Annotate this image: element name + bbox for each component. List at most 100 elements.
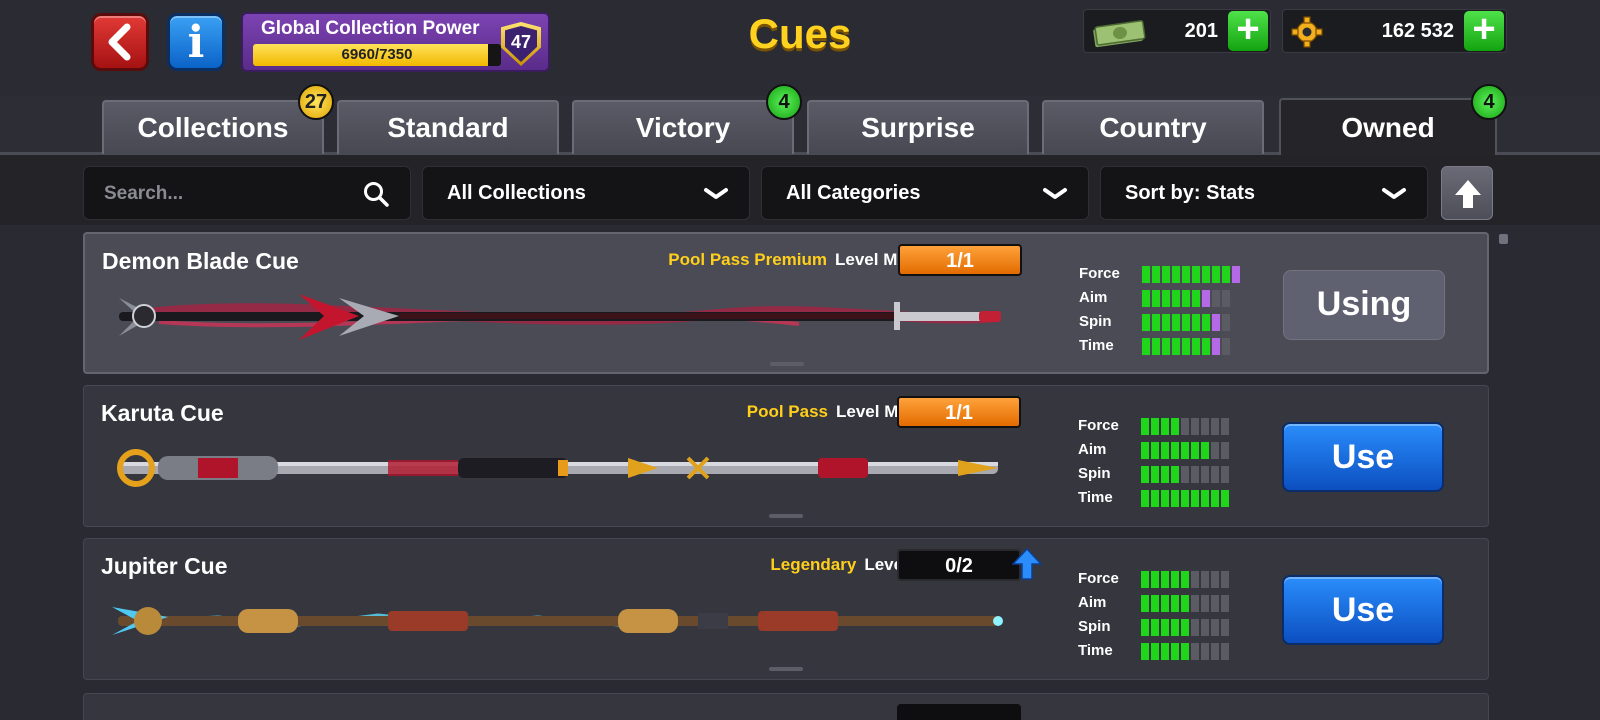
tab-country[interactable]: Country <box>1042 100 1264 154</box>
cue-level-progress: 1/1 <box>897 396 1021 428</box>
stat-segment <box>1192 290 1200 307</box>
stat-segment <box>1172 290 1180 307</box>
cash-amount: 201 <box>1184 20 1218 42</box>
use-button[interactable]: Use <box>1282 575 1444 645</box>
stat-segment <box>1152 290 1160 307</box>
stat-segment <box>1181 643 1189 660</box>
stat-segment <box>1192 266 1200 283</box>
stat-segment <box>1162 290 1170 307</box>
stat-segment <box>1211 571 1219 588</box>
tab-surprise[interactable]: Surprise <box>807 100 1029 154</box>
stat-segment <box>1171 490 1179 507</box>
sort-value: Sort by: Stats <box>1125 182 1256 204</box>
stat-segment <box>1151 619 1159 636</box>
stat-segment <box>1201 643 1209 660</box>
cash-icon <box>1093 20 1146 48</box>
stat-segment <box>1161 571 1169 588</box>
stat-segment <box>1222 338 1230 355</box>
collection-power-progress-text: 6960/7350 <box>341 46 413 63</box>
spin-stat-bar <box>1141 619 1229 636</box>
stat-label-time: Time <box>1078 642 1113 659</box>
search-input[interactable] <box>104 179 354 209</box>
stat-segment <box>1162 266 1170 283</box>
back-button[interactable] <box>91 13 149 71</box>
aim-stat-bar <box>1142 290 1230 307</box>
stat-segment <box>1141 643 1149 660</box>
using-button[interactable]: Using <box>1283 270 1445 340</box>
time-stat-bar <box>1141 490 1229 507</box>
card-grip-handle <box>770 362 804 366</box>
back-arrow-icon <box>108 23 131 61</box>
stat-segment <box>1171 571 1179 588</box>
stat-segment <box>1191 490 1199 507</box>
force-stat-bar <box>1141 418 1229 435</box>
stat-segment <box>1191 571 1199 588</box>
stat-label-time: Time <box>1078 489 1113 506</box>
stat-label-aim: Aim <box>1078 594 1107 611</box>
sort-direction-button[interactable] <box>1441 166 1493 220</box>
tab-collections[interactable]: Collections 27 <box>102 84 334 154</box>
stat-segment <box>1181 442 1189 459</box>
card-grip-handle <box>769 514 803 518</box>
info-button[interactable]: i <box>167 13 225 71</box>
cue-stats: Force Aim Spin Time <box>1079 262 1259 358</box>
stat-segment <box>1201 466 1209 483</box>
stat-segment <box>1201 571 1209 588</box>
tab-label: Victory <box>635 112 731 143</box>
stat-segment <box>1151 643 1159 660</box>
stat-segment-bonus <box>1232 266 1240 283</box>
cue-card-partial[interactable] <box>83 693 1489 720</box>
collection-power-panel[interactable]: Global Collection Power 6960/7350 47 <box>241 12 550 72</box>
cue-tier: Pool Pass Premium <box>668 250 828 269</box>
sort-dropdown[interactable]: Sort by: Stats <box>1100 166 1428 220</box>
stat-label-aim: Aim <box>1078 441 1107 458</box>
cue-meta: Pool Pass Premium Level MAX <box>668 250 921 270</box>
stat-segment <box>1221 466 1229 483</box>
stat-label-spin: Spin <box>1078 465 1111 482</box>
jupiter-cue-image <box>112 607 1003 635</box>
collection-filter-dropdown[interactable]: All Collections <box>422 166 750 220</box>
stat-segment <box>1172 266 1180 283</box>
stat-segment <box>1191 418 1199 435</box>
upgrade-arrow-icon[interactable] <box>1012 547 1042 581</box>
stat-segment <box>1212 314 1220 331</box>
cue-meta: Pool Pass Level MAX <box>747 402 922 422</box>
add-cash-button[interactable]: + <box>1228 9 1268 51</box>
category-filter-dropdown[interactable]: All Categories <box>761 166 1089 220</box>
stat-segment <box>1202 338 1210 355</box>
list-scrollbar[interactable] <box>1499 234 1508 244</box>
tab-owned[interactable]: Owned 4 <box>1279 84 1507 156</box>
stat-label-spin: Spin <box>1078 618 1111 635</box>
cue-name: Demon Blade Cue <box>102 248 299 274</box>
cue-card[interactable]: Karuta Cue Pool Pass Level MAX 1/1 Force… <box>83 385 1489 527</box>
cue-stats: Force Aim Spin Time <box>1078 414 1258 510</box>
stat-segment <box>1171 643 1179 660</box>
stat-segment <box>1221 643 1229 660</box>
cue-card[interactable]: Jupiter Cue Legendary Level 1 0/2 Force … <box>83 538 1489 680</box>
cue-card[interactable]: Demon Blade Cue Pool Pass Premium Level … <box>83 232 1489 374</box>
tab-label: Standard <box>387 112 509 143</box>
stat-segment <box>1161 418 1169 435</box>
collection-power-progress: 6960/7350 <box>253 44 501 66</box>
chevron-down-icon <box>1043 188 1067 199</box>
tab-badge: 4 <box>1471 84 1507 120</box>
tab-victory[interactable]: Victory 4 <box>572 84 802 154</box>
search-icon[interactable] <box>362 180 390 208</box>
tab-label: Owned <box>1341 112 1435 143</box>
stat-label-force: Force <box>1078 570 1119 587</box>
stat-segment <box>1151 442 1159 459</box>
stat-segment <box>1141 490 1149 507</box>
use-button[interactable]: Use <box>1282 422 1444 492</box>
category-filter-value: All Categories <box>786 182 921 204</box>
cue-name: Karuta Cue <box>101 400 224 426</box>
cue-stats: Force Aim Spin Time <box>1078 567 1258 663</box>
stat-segment <box>1222 314 1230 331</box>
coins-counter: 162 532 + <box>1282 9 1507 53</box>
cue-level-progress: 1/1 <box>898 244 1022 276</box>
tab-standard[interactable]: Standard <box>337 100 559 154</box>
stat-segment <box>1211 490 1219 507</box>
add-coins-button[interactable]: + <box>1464 9 1504 51</box>
stat-segment <box>1211 466 1219 483</box>
stat-segment <box>1142 338 1150 355</box>
stat-segment <box>1192 338 1200 355</box>
